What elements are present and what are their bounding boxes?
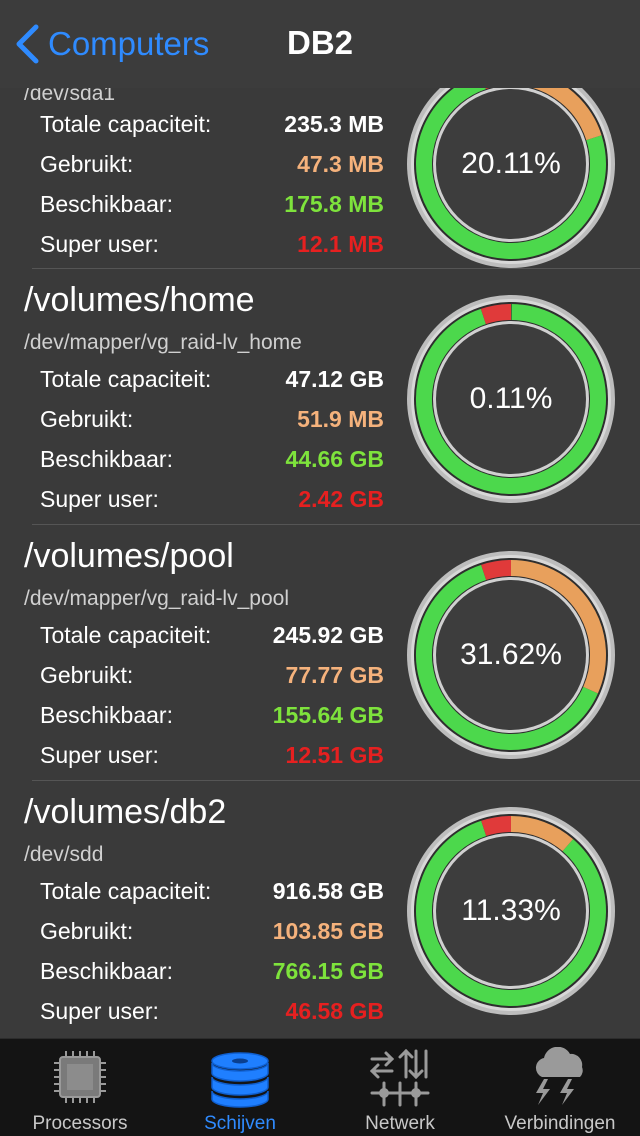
page-title: DB2 (286, 24, 354, 61)
volume-device: /dev/sdd (24, 843, 104, 866)
tab-processors[interactable]: Processors (0, 1039, 160, 1136)
cloud-lightning-icon (535, 1047, 583, 1105)
volume-card[interactable]: /dev/sda1 Totale capaciteit: 235.3 MB Ge… (0, 88, 640, 269)
total-capacity-label: Totale capaciteit: (40, 878, 212, 904)
available-row: Beschikbaar: 766.15 GB (40, 951, 384, 991)
used-row: Gebruikt: 103.85 GB (40, 911, 384, 951)
total-capacity-row: Totale capaciteit: 245.92 GB (40, 615, 384, 655)
used-row: Gebruikt: 51.9 MB (40, 399, 384, 439)
volume-card[interactable]: /volumes/pool /dev/mapper/vg_raid-lv_poo… (0, 525, 640, 781)
available-value: 766.15 GB (272, 958, 384, 984)
network-arrows-icon (369, 1048, 430, 1107)
super-user-row: Super user: 12.51 GB (40, 735, 384, 775)
usage-gauge: 20.11% (405, 88, 617, 270)
total-capacity-value: 235.3 MB (284, 111, 384, 137)
usage-percent: 11.33% (461, 894, 561, 927)
used-row: Gebruikt: 47.3 MB (40, 144, 384, 184)
tab-label: Netwerk (365, 1113, 435, 1134)
volume-device: /dev/mapper/vg_raid-lv_home (24, 331, 302, 354)
used-label: Gebruikt: (40, 662, 134, 688)
used-label: Gebruikt: (40, 406, 134, 432)
usage-percent: 20.11% (461, 147, 561, 180)
volume-card[interactable]: /volumes/home /dev/mapper/vg_raid-lv_hom… (0, 269, 640, 525)
available-row: Beschikbaar: 175.8 MB (40, 184, 384, 224)
available-value: 155.64 GB (272, 702, 384, 728)
used-label: Gebruikt: (40, 918, 134, 944)
total-capacity-label: Totale capaciteit: (40, 366, 212, 392)
available-label: Beschikbaar: (40, 446, 173, 472)
volume-card[interactable]: /volumes/db2 /dev/sdd Totale capaciteit:… (0, 781, 640, 1037)
volume-name: /volumes/db2 (24, 793, 227, 831)
disk-stack-icon (211, 1052, 269, 1108)
super-user-label: Super user: (40, 486, 159, 512)
tab-label: Verbindingen (504, 1113, 616, 1134)
total-capacity-row: Totale capaciteit: 235.3 MB (40, 104, 384, 144)
used-value: 77.77 GB (285, 662, 384, 688)
tab-disks[interactable]: Schijven (160, 1039, 320, 1136)
volume-device: /dev/mapper/vg_raid-lv_pool (24, 587, 289, 610)
used-value: 51.9 MB (297, 406, 384, 432)
total-capacity-value: 916.58 GB (272, 878, 384, 904)
total-capacity-row: Totale capaciteit: 916.58 GB (40, 871, 384, 911)
navigation-bar: Computers DB2 (0, 0, 640, 88)
usage-gauge: 31.62% (405, 549, 617, 761)
available-row: Beschikbaar: 155.64 GB (40, 695, 384, 735)
usage-percent: 31.62% (460, 638, 562, 671)
super-user-label: Super user: (40, 231, 159, 257)
tab-label: Schijven (204, 1113, 276, 1134)
super-user-value: 46.58 GB (285, 998, 384, 1024)
total-capacity-value: 47.12 GB (285, 366, 384, 392)
super-user-row: Super user: 2.42 GB (40, 479, 384, 519)
super-user-value: 2.42 GB (298, 486, 384, 512)
tab-network[interactable]: Netwerk (320, 1039, 480, 1136)
total-capacity-label: Totale capaciteit: (40, 622, 212, 648)
used-row: Gebruikt: 77.77 GB (40, 655, 384, 695)
volume-name: /volumes/pool (24, 537, 234, 575)
available-value: 44.66 GB (285, 446, 384, 472)
total-capacity-row: Totale capaciteit: 47.12 GB (40, 359, 384, 399)
volume-name: /volumes/home (24, 281, 255, 319)
tab-connections[interactable]: Verbindingen (480, 1039, 640, 1136)
available-label: Beschikbaar: (40, 191, 173, 217)
usage-percent: 0.11% (469, 382, 553, 415)
usage-gauge: 11.33% (405, 805, 617, 1017)
used-value: 47.3 MB (297, 151, 384, 177)
super-user-value: 12.1 MB (297, 231, 384, 257)
used-label: Gebruikt: (40, 151, 134, 177)
available-row: Beschikbaar: 44.66 GB (40, 439, 384, 479)
super-user-row: Super user: 12.1 MB (40, 224, 384, 264)
available-value: 175.8 MB (284, 191, 384, 217)
super-user-value: 12.51 GB (285, 742, 384, 768)
super-user-row: Super user: 46.58 GB (40, 991, 384, 1031)
tab-bar: Processors Schijven Netwerk Verbindingen (0, 1038, 640, 1136)
tab-label: Processors (32, 1113, 128, 1134)
used-value: 103.85 GB (272, 918, 384, 944)
cpu-chip-icon (54, 1051, 106, 1103)
volume-list[interactable]: /dev/sda1 Totale capaciteit: 235.3 MB Ge… (0, 88, 640, 1038)
usage-gauge: 0.11% (405, 293, 617, 505)
super-user-label: Super user: (40, 742, 159, 768)
total-capacity-value: 245.92 GB (272, 622, 384, 648)
total-capacity-label: Totale capaciteit: (40, 111, 212, 137)
available-label: Beschikbaar: (40, 702, 173, 728)
super-user-label: Super user: (40, 998, 159, 1024)
available-label: Beschikbaar: (40, 958, 173, 984)
